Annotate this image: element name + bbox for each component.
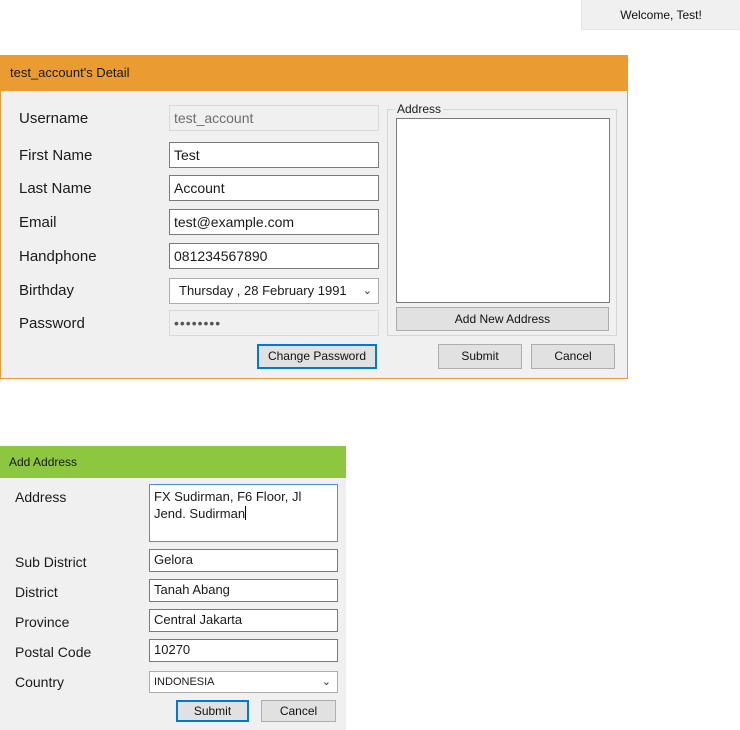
sub-district-field[interactable]: Gelora (149, 549, 338, 572)
country-select[interactable]: INDONESIA ⌄ (149, 671, 338, 693)
birthday-picker[interactable]: Thursday , 28 February 1991 ⌄ (169, 278, 379, 304)
chevron-down-icon[interactable]: ⌄ (322, 672, 331, 692)
birthday-value: Thursday , 28 February 1991 (179, 283, 347, 298)
first-name-label: First Name (19, 147, 93, 164)
add-new-address-button[interactable]: Add New Address (396, 307, 609, 331)
change-password-button[interactable]: Change Password (257, 344, 377, 369)
add-address-window-title: Add Address (0, 446, 346, 478)
last-name-label: Last Name (19, 180, 92, 197)
address-group-label: Address (395, 102, 444, 116)
handphone-label: Handphone (19, 248, 97, 265)
username-field: test_account (169, 105, 379, 131)
district-label: District (15, 584, 58, 600)
address-list[interactable] (396, 118, 610, 303)
welcome-label: Welcome, Test! (581, 0, 740, 30)
birthday-label: Birthday (19, 282, 75, 299)
country-value: INDONESIA (154, 676, 215, 688)
detail-window-title: test_account's Detail (0, 55, 628, 91)
detail-submit-button[interactable]: Submit (438, 344, 522, 369)
address-line-1: FX Sudirman, F6 Floor, Jl (154, 489, 302, 504)
address-cancel-button[interactable]: Cancel (261, 700, 336, 722)
address-label: Address (15, 489, 67, 505)
district-field[interactable]: Tanah Abang (149, 579, 338, 602)
address-line-2: Jend. Sudirman (154, 506, 246, 521)
address-textarea[interactable]: FX Sudirman, F6 Floor, Jl Jend. Sudirman (149, 484, 338, 542)
province-field[interactable]: Central Jakarta (149, 609, 338, 632)
username-label: Username (19, 110, 89, 127)
detail-cancel-button[interactable]: Cancel (531, 344, 615, 369)
sub-district-label: Sub District (15, 554, 87, 570)
province-label: Province (15, 614, 70, 630)
email-field[interactable]: test@example.com (169, 209, 379, 235)
last-name-field[interactable]: Account (169, 175, 379, 201)
password-label: Password (19, 315, 85, 332)
country-label: Country (15, 674, 65, 690)
address-submit-button[interactable]: Submit (176, 700, 249, 722)
chevron-down-icon[interactable]: ⌄ (363, 279, 372, 303)
text-caret (245, 506, 247, 520)
first-name-field[interactable]: Test (169, 142, 379, 168)
postal-code-label: Postal Code (15, 644, 92, 660)
handphone-field[interactable]: 081234567890 (169, 243, 379, 269)
postal-code-field[interactable]: 10270 (149, 639, 338, 662)
email-label: Email (19, 214, 57, 231)
password-field: •••••••• (169, 310, 379, 336)
